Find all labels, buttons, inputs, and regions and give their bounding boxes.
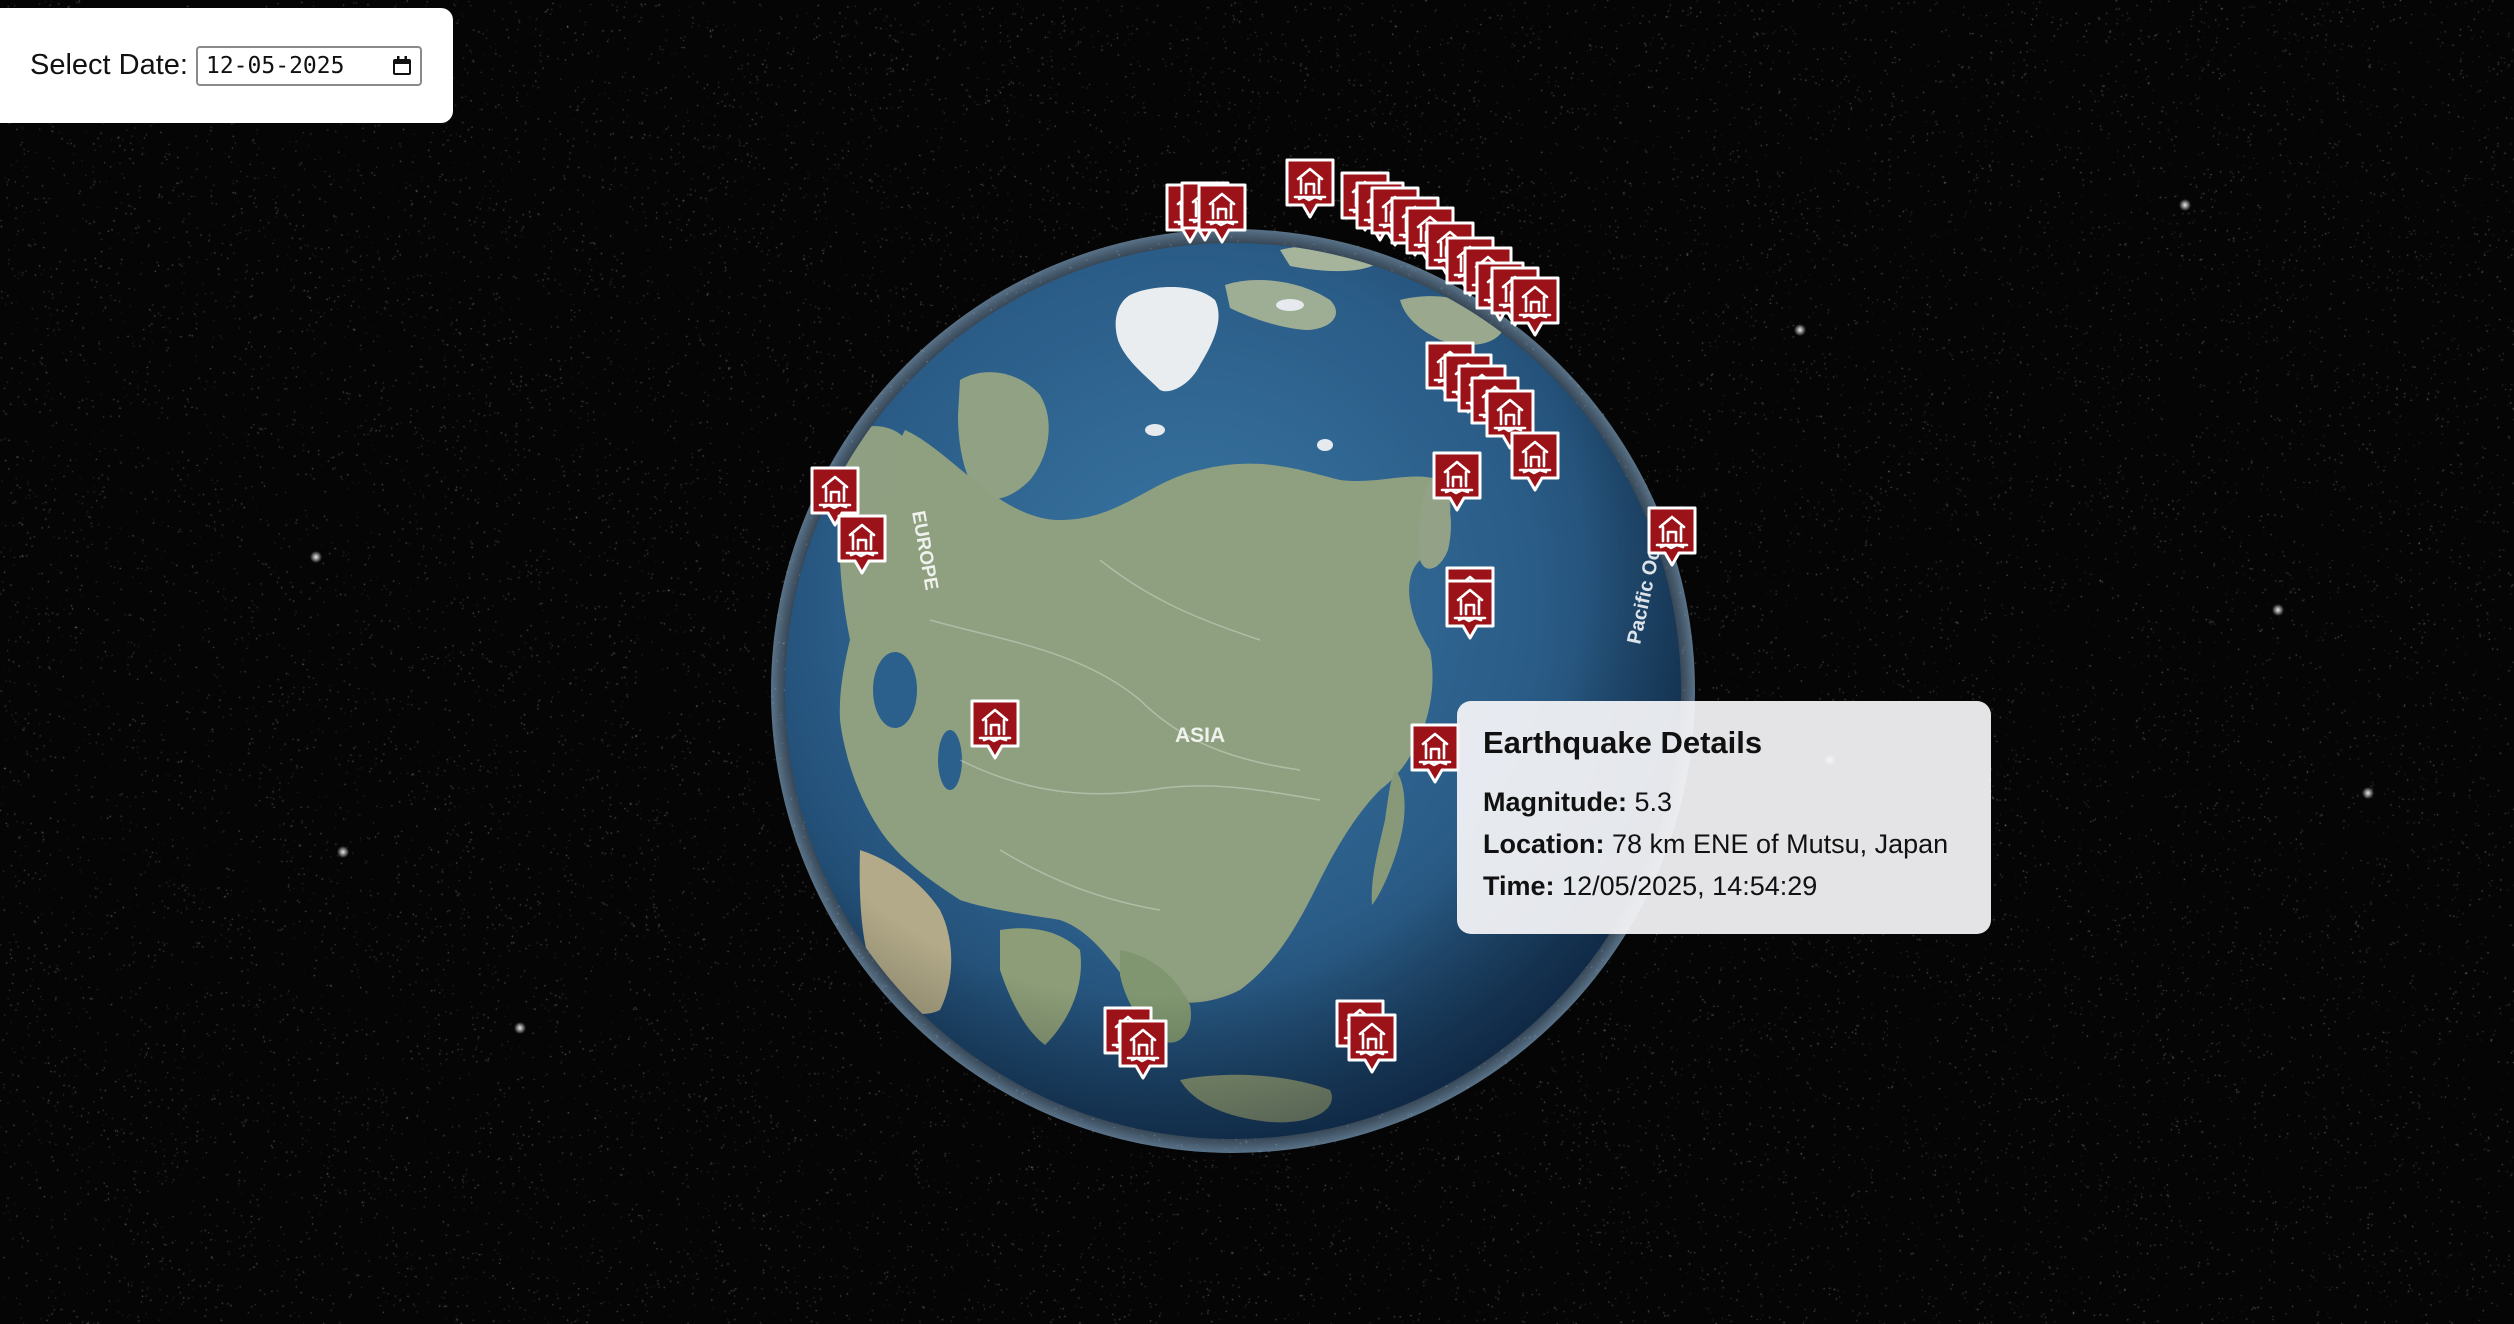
globe[interactable]: EUROPE ASIA Pacific Ocean	[0, 0, 2514, 1324]
time-value: 12/05/2025, 14:54:29	[1562, 871, 1818, 901]
location-label: Location:	[1483, 829, 1605, 859]
map-viewport[interactable]: EUROPE ASIA Pacific Ocean Select Date: 1…	[0, 0, 2514, 1324]
date-label: Select Date:	[30, 49, 188, 81]
time-label: Time:	[1483, 871, 1555, 901]
time-row: Time: 12/05/2025, 14:54:29	[1483, 865, 1965, 907]
earthquake-details-tooltip: Earthquake Details Magnitude: 5.3 Locati…	[1457, 701, 1991, 934]
date-picker-panel: Select Date: 12-05-2025	[0, 8, 453, 123]
location-row: Location: 78 km ENE of Mutsu, Japan	[1483, 823, 1965, 865]
magnitude-value: 5.3	[1634, 787, 1673, 817]
location-value: 78 km ENE of Mutsu, Japan	[1612, 829, 1949, 859]
magnitude-row: Magnitude: 5.3	[1483, 781, 1965, 823]
date-input[interactable]: 12-05-2025	[195, 45, 422, 86]
label-asia: ASIA	[1175, 724, 1225, 747]
earthquake-marker[interactable]	[1285, 158, 1335, 219]
earthquake-marker[interactable]	[1510, 276, 1560, 337]
calendar-icon[interactable]	[390, 54, 414, 78]
date-value: 12-05-2025	[205, 52, 345, 79]
magnitude-label: Magnitude:	[1483, 787, 1627, 817]
tooltip-title: Earthquake Details	[1483, 725, 1763, 760]
globe-shading	[785, 243, 1681, 1139]
